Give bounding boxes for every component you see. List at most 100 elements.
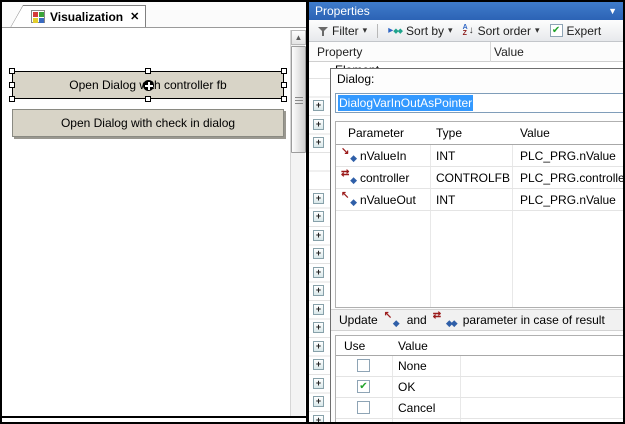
use-row-ok[interactable]: ✔ OK <box>336 377 625 398</box>
expand-plus-icon[interactable]: + <box>313 211 324 222</box>
expand-plus-icon[interactable]: + <box>313 396 324 407</box>
use-checkbox-ok[interactable]: ✔ <box>357 380 370 393</box>
use-value: None <box>398 359 427 373</box>
editor-tab-bar: Visualization ✕ <box>2 2 306 28</box>
selection-handle[interactable] <box>145 96 151 102</box>
use-row-cancel[interactable]: Cancel <box>336 398 625 419</box>
column-separator[interactable] <box>490 42 491 62</box>
expand-plus-icon[interactable]: + <box>313 304 324 315</box>
expand-plus-icon[interactable]: + <box>313 230 324 241</box>
parameter-row-nvalueout[interactable]: ↖◆ nValueOut INT PLC_PRG.nValue <box>336 189 625 211</box>
scroll-up-button[interactable]: ▲ <box>291 30 306 45</box>
header-value: Value <box>398 339 428 353</box>
selection-overlay <box>12 71 284 99</box>
inout-param-icon: ⇄◆◆ <box>434 314 456 326</box>
expand-plus-icon[interactable]: + <box>313 378 324 389</box>
scroll-up-icon: ▲ <box>295 33 303 42</box>
sort-by-button[interactable]: ▸ ◆◆ Sort by ▾ <box>385 23 455 39</box>
parameter-table: Parameter Type Value ↘◆ nValueIn INT PLC… <box>335 121 625 308</box>
header-type: Type <box>436 126 462 140</box>
param-name: nValueOut <box>360 193 416 207</box>
inout-param-icon: ⇄◆ <box>342 171 357 184</box>
sort-by-icon: ▸ ◆◆ <box>388 25 402 36</box>
use-value: Cancel <box>398 401 435 415</box>
filter-icon <box>318 26 328 36</box>
selection-handle[interactable] <box>281 68 287 74</box>
expand-plus-icon[interactable]: + <box>313 137 324 148</box>
expand-plus-icon[interactable]: + <box>313 119 324 130</box>
parameter-table-header: Parameter Type Value <box>336 122 625 145</box>
tab-close-icon[interactable]: ✕ <box>130 10 139 23</box>
use-checkbox-cancel[interactable] <box>357 401 370 414</box>
visualization-vertical-scrollbar[interactable]: ▲ <box>290 30 305 416</box>
window-frame <box>0 0 625 2</box>
update-text-2: and <box>407 313 427 327</box>
scrollbar-thumb[interactable] <box>291 46 306 153</box>
expert-toggle[interactable]: ✔ Expert <box>547 23 605 39</box>
expand-plus-icon[interactable]: + <box>313 341 324 352</box>
expand-plus-icon[interactable]: + <box>313 193 324 204</box>
param-value: PLC_PRG.nValue <box>520 193 616 207</box>
filter-dropdown-icon[interactable]: ▾ <box>363 25 368 36</box>
header-parameter: Parameter <box>348 126 404 140</box>
parameter-row-nvaluein[interactable]: ↘◆ nValueIn INT PLC_PRG.nValue <box>336 145 625 167</box>
param-type: INT <box>436 149 455 163</box>
tab-visualization[interactable]: Visualization ✕ <box>10 5 146 28</box>
toolbar-separator <box>377 24 378 38</box>
use-table-header: Use Value <box>336 336 625 356</box>
param-name: nValueIn <box>360 149 406 163</box>
update-text-3: parameter in case of result <box>463 313 605 327</box>
param-value: PLC_PRG.nValue <box>520 149 616 163</box>
selection-handle[interactable] <box>9 68 15 74</box>
header-value: Value <box>520 126 550 140</box>
sort-by-dropdown-icon[interactable]: ▾ <box>448 25 453 36</box>
out-param-icon: ↖◆ <box>385 314 400 326</box>
param-value: PLC_PRG.controller <box>520 171 625 185</box>
visualization-canvas[interactable]: Open Dialog with controller fb Open Dial… <box>2 29 288 416</box>
column-header-property: Property <box>317 45 362 59</box>
panel-splitter[interactable] <box>306 0 309 424</box>
param-type: INT <box>436 193 455 207</box>
sort-by-label: Sort by <box>406 24 444 38</box>
property-grid-header: Property Value <box>309 42 623 62</box>
use-value: OK <box>398 380 415 394</box>
expand-plus-icon[interactable]: + <box>313 285 324 296</box>
expand-strip: ++++++++++++++++ <box>309 62 330 422</box>
tab-bar-divider <box>2 27 306 28</box>
dialog-name-input[interactable]: DialogVarInOutAsPointer <box>335 93 624 113</box>
param-name: controller <box>360 171 409 185</box>
selection-handle[interactable] <box>145 68 151 74</box>
button-open-dialog-check-in-dialog[interactable]: Open Dialog with check in dialog <box>12 109 284 137</box>
filter-button[interactable]: Filter ▾ <box>315 23 370 39</box>
tab-label: Visualization <box>50 10 123 24</box>
properties-toolbar: Filter ▾ ▸ ◆◆ Sort by ▾ AZ ↓ Sort order … <box>309 20 623 42</box>
update-text-1: Update <box>339 313 378 327</box>
result-use-table: Use Value None ✔ OK Cancel Abort <box>335 335 625 424</box>
move-anchor-icon[interactable] <box>143 80 154 91</box>
header-use: Use <box>344 339 365 353</box>
expand-plus-icon[interactable]: + <box>313 322 324 333</box>
dialog-label: Dialog: <box>337 72 374 86</box>
expand-plus-icon[interactable]: + <box>313 248 324 259</box>
selection-handle[interactable] <box>9 96 15 102</box>
expand-plus-icon[interactable]: + <box>313 267 324 278</box>
in-param-icon: ↘◆ <box>342 149 357 162</box>
param-type: CONTROLFB <box>436 171 510 185</box>
selection-handle[interactable] <box>281 82 287 88</box>
use-checkbox-none[interactable] <box>357 359 370 372</box>
visualization-icon <box>31 10 45 23</box>
sort-order-dropdown-icon[interactable]: ▾ <box>535 25 540 36</box>
selection-handle[interactable] <box>9 82 15 88</box>
sort-order-icon: AZ ↓ <box>463 25 474 37</box>
selection-handle[interactable] <box>281 96 287 102</box>
use-row-none[interactable]: None <box>336 356 625 377</box>
button-label: Open Dialog with check in dialog <box>61 116 235 130</box>
parameter-row-controller[interactable]: ⇄◆ controller CONTROLFB PLC_PRG.controll… <box>336 167 625 189</box>
sort-order-button[interactable]: AZ ↓ Sort order ▾ <box>460 23 543 39</box>
panel-menu-icon[interactable]: ▼ <box>608 6 617 16</box>
editor-bottom-edge <box>2 416 307 418</box>
expand-plus-icon[interactable]: + <box>313 100 324 111</box>
expert-checkbox[interactable]: ✔ <box>550 24 563 37</box>
expand-plus-icon[interactable]: + <box>313 359 324 370</box>
dialog-config-popup: Dialog: DialogVarInOutAsPointer Paramete… <box>330 68 625 424</box>
